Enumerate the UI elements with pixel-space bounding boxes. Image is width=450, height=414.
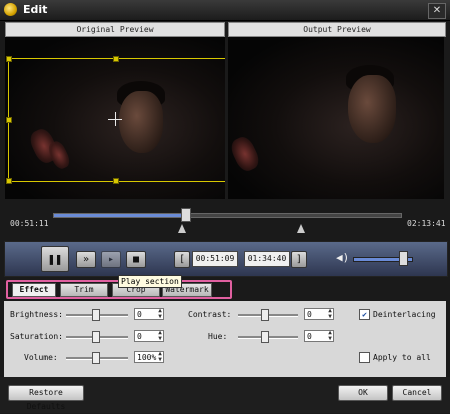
crop-handle[interactable] [113, 56, 119, 62]
close-button[interactable]: ✕ [428, 3, 446, 19]
timeline-progress [54, 214, 186, 217]
app-logo-icon [4, 3, 17, 16]
crop-handle[interactable] [6, 117, 12, 123]
next-frame-button[interactable]: » [76, 251, 96, 268]
hue-spin-arrows[interactable]: ▲ ▼ [327, 330, 333, 342]
brightness-spin-arrows[interactable]: ▲ ▼ [157, 308, 163, 320]
volume-spin-arrows[interactable]: ▲ ▼ [157, 351, 163, 363]
brightness-label: Brightness: [10, 310, 63, 319]
end-time-field[interactable]: 01:34:40 [244, 251, 290, 267]
timeline-track[interactable] [53, 213, 402, 218]
volume-slider-thumb[interactable] [399, 251, 409, 266]
current-time-label: 00:51:11 [10, 219, 49, 228]
restore-defaults-button[interactable]: Restore Defaults [8, 385, 84, 411]
contrast-spin-arrows[interactable]: ▲ ▼ [327, 308, 333, 320]
deinterlacing-checkbox[interactable]: ✔ [359, 309, 370, 320]
total-time-label: 02:13:41 [407, 219, 446, 228]
volume-label: Volume: [24, 353, 58, 362]
effect-settings-panel: Brightness: 0 ▲ ▼ Saturation: 0 ▲ ▼ Volume… [4, 301, 446, 377]
window-title: Edit [23, 3, 48, 16]
speaker-icon: ◀) [336, 251, 350, 264]
original-preview-video[interactable] [5, 37, 225, 199]
crop-handle[interactable] [6, 56, 12, 62]
hue-label: Hue: [208, 332, 228, 341]
crop-frame[interactable] [8, 58, 225, 182]
stop-button[interactable]: ■ [126, 251, 146, 268]
original-preview-header: Original Preview [5, 22, 225, 37]
footer-bar: Restore Defaults OK Cancel [0, 377, 450, 413]
deinterlacing-label: Deinterlacing [373, 310, 436, 319]
hand-shape [228, 133, 263, 175]
saturation-label: Saturation: [10, 332, 63, 341]
mark-in-button[interactable]: [ [174, 251, 190, 268]
crop-handle[interactable] [113, 178, 119, 184]
contrast-label: Contrast: [188, 310, 232, 319]
timeline-thumb[interactable] [180, 208, 191, 222]
crosshair-icon [115, 112, 116, 126]
output-preview-video [228, 37, 444, 199]
hue-slider-thumb[interactable] [261, 331, 269, 343]
mark-out-button[interactable]: ] [291, 251, 307, 268]
play-section-tooltip: Play section [118, 275, 182, 288]
title-bar: Edit ✕ [0, 0, 450, 21]
cancel-button[interactable]: Cancel [392, 385, 442, 401]
start-time-field[interactable]: 00:51:09 [192, 251, 238, 267]
saturation-spin-arrows[interactable]: ▲ ▼ [157, 330, 163, 342]
person-face [348, 75, 396, 143]
play-section-button[interactable]: ▸ [101, 251, 121, 268]
saturation-slider-thumb[interactable] [92, 331, 100, 343]
trim-end-marker[interactable] [297, 224, 305, 233]
pause-button[interactable]: ❚❚ [41, 246, 69, 272]
apply-to-all-checkbox[interactable] [359, 352, 370, 363]
contrast-slider-thumb[interactable] [261, 309, 269, 321]
volume-effect-slider-thumb[interactable] [92, 352, 100, 364]
output-preview-header: Output Preview [228, 22, 446, 37]
crop-handle[interactable] [6, 178, 12, 184]
brightness-slider-thumb[interactable] [92, 309, 100, 321]
ok-button[interactable]: OK [338, 385, 388, 401]
apply-to-all-label: Apply to all [373, 353, 431, 362]
trim-start-marker[interactable] [178, 224, 186, 233]
